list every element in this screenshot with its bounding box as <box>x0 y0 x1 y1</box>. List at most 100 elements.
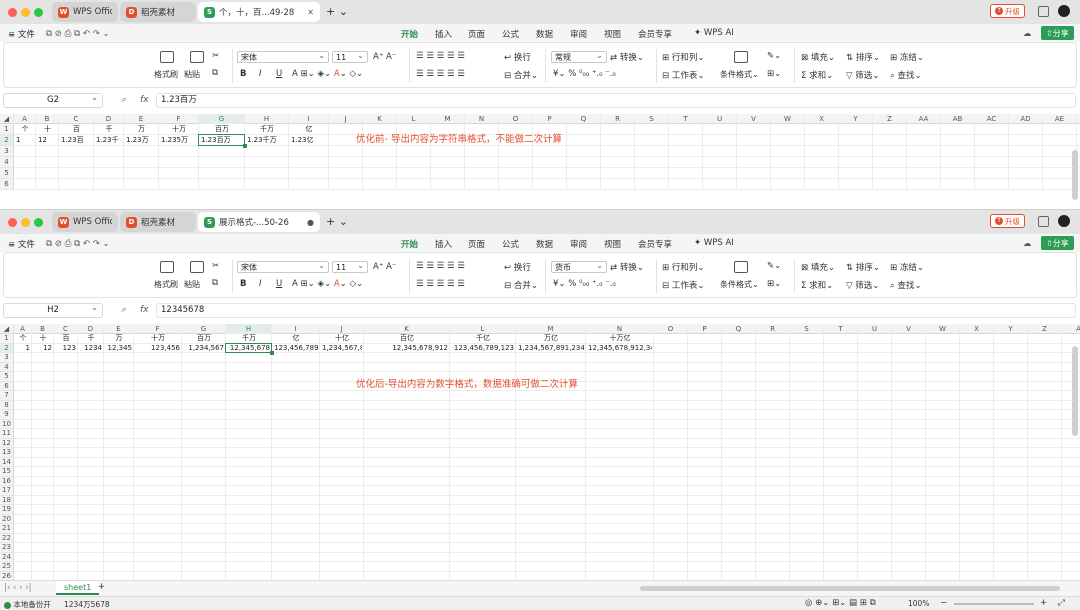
column-header[interactable]: D <box>94 114 124 124</box>
avatar[interactable] <box>1058 5 1070 17</box>
column-header[interactable]: I <box>289 114 329 124</box>
row-header[interactable]: 2 <box>0 343 14 353</box>
row-header[interactable]: 16 <box>0 476 14 486</box>
row-header[interactable]: 1 <box>0 124 14 135</box>
zoom-formula-icon[interactable]: ⌕ <box>121 305 126 315</box>
header-cell[interactable]: 百亿 <box>366 334 448 344</box>
maximize-window-button[interactable] <box>34 8 43 17</box>
tab-docer[interactable]: D 稻壳素材 <box>120 2 196 22</box>
row-header[interactable]: 23 <box>0 543 14 553</box>
row-header[interactable]: 2 <box>0 135 14 146</box>
sort-button[interactable]: ⇅ 排序⌄ <box>846 261 880 273</box>
select-all-corner[interactable]: ◢ <box>0 324 14 334</box>
number-style-icons[interactable]: ¥⌄ % ⁰₀₀ ⁺.₀ ⁻.₀ <box>553 279 616 289</box>
selected-cell[interactable] <box>198 134 247 148</box>
row-header[interactable]: 6 <box>0 179 14 190</box>
tab-home[interactable]: 开始 <box>401 28 419 44</box>
column-header[interactable]: G <box>182 324 226 334</box>
freeze-button[interactable]: ⊞ 冻结⌄ <box>890 261 924 273</box>
find-button[interactable]: ⌕ 查找⌄ <box>890 69 922 81</box>
paste-label[interactable]: 粘贴 <box>184 69 200 80</box>
number-format-select[interactable]: 货币 <box>551 260 607 273</box>
conditional-format-icon[interactable] <box>734 261 748 273</box>
column-header[interactable]: B <box>32 324 54 334</box>
value-cell[interactable]: 1,234,567,891,234 <box>518 344 584 354</box>
maximize-window-button[interactable] <box>34 218 43 227</box>
tab-member[interactable]: 会员专享 <box>638 238 672 250</box>
column-header[interactable]: AA <box>907 114 941 124</box>
freeze-button[interactable]: ⊞ 冻结⌄ <box>890 51 924 63</box>
column-header[interactable]: K <box>363 114 397 124</box>
column-header[interactable]: L <box>397 114 431 124</box>
tab-wps-ai[interactable]: ✦ WPS AI <box>694 238 734 248</box>
column-header[interactable]: L <box>450 324 516 334</box>
column-header[interactable]: A <box>1062 324 1080 334</box>
value-cell[interactable]: 1 <box>16 344 30 354</box>
minimize-window-button[interactable] <box>21 8 30 17</box>
row-header[interactable]: 7 <box>0 391 14 401</box>
select-all-corner[interactable]: ◢ <box>0 114 14 124</box>
header-cell[interactable]: 千亿 <box>452 334 514 344</box>
column-header[interactable]: T <box>824 324 858 334</box>
column-header[interactable]: X <box>960 324 994 334</box>
tab-docer[interactable]: D 稻壳素材 <box>120 212 196 232</box>
column-header[interactable]: M <box>431 114 465 124</box>
column-header[interactable]: M <box>516 324 586 334</box>
value-cell[interactable]: 123 <box>56 344 76 354</box>
row-header[interactable]: 14 <box>0 457 14 467</box>
font-size-select[interactable]: 11 <box>332 260 368 273</box>
fx-icon[interactable]: fx <box>140 95 149 105</box>
column-header[interactable]: AD <box>1009 114 1043 124</box>
column-header[interactable]: D <box>78 324 104 334</box>
underline-button[interactable]: U <box>276 279 282 289</box>
column-header[interactable]: K <box>364 324 450 334</box>
horizontal-scrollbar[interactable] <box>640 586 1060 591</box>
value-cell[interactable]: 1.23亿 <box>291 135 327 146</box>
tab-wps-office[interactable]: WWPS Office <box>52 2 118 22</box>
column-header[interactable]: R <box>756 324 790 334</box>
share-button[interactable]: ⇧ 分享 <box>1041 26 1074 40</box>
backup-status[interactable]: 本地备份开 <box>4 599 51 610</box>
font-size-controls[interactable]: A⁺ A⁻ <box>373 52 396 62</box>
row-header[interactable]: 3 <box>0 146 14 157</box>
tab-home[interactable]: 开始 <box>401 238 419 254</box>
column-header[interactable]: AB <box>941 114 975 124</box>
minimize-window-button[interactable] <box>21 218 30 227</box>
upgrade-button[interactable]: ↑ 升级 <box>990 214 1025 228</box>
header-cell[interactable]: 百 <box>56 334 76 344</box>
number-style-icons[interactable]: ¥⌄ % ⁰₀₀ ⁺.₀ ⁻.₀ <box>553 69 616 79</box>
fullscreen-icon[interactable]: ⤢ <box>1058 598 1065 608</box>
tab-formula[interactable]: 公式 <box>502 238 519 250</box>
tab-review[interactable]: 审阅 <box>570 28 587 40</box>
header-cell[interactable]: 百 <box>61 124 92 135</box>
cloud-icon[interactable]: ☁ <box>1023 239 1032 249</box>
merge-button[interactable]: ⊟ 合并⌄ <box>504 279 538 291</box>
column-header[interactable]: J <box>329 114 363 124</box>
row-header[interactable]: 5 <box>0 168 14 179</box>
value-cell[interactable]: 1,234,567 <box>184 344 224 354</box>
font-name-select[interactable]: 宋体 <box>237 260 329 273</box>
tab-insert[interactable]: 插入 <box>435 238 452 250</box>
font-size-select[interactable]: 11 <box>332 50 368 63</box>
upgrade-button[interactable]: ↑ 升级 <box>990 4 1025 18</box>
row-header[interactable]: 17 <box>0 486 14 496</box>
row-header[interactable]: 20 <box>0 514 14 524</box>
column-header[interactable]: N <box>465 114 499 124</box>
italic-button[interactable]: I <box>259 69 262 79</box>
format-painter-icon[interactable] <box>160 51 174 63</box>
copy-icon[interactable]: ⧉ <box>212 278 218 288</box>
close-tab-icon[interactable]: ✕ <box>307 8 314 17</box>
rows-cols-button[interactable]: ⊞ 行和列⌄ <box>662 261 704 273</box>
formula-input[interactable]: 1.23百万 <box>156 93 1076 108</box>
column-header[interactable]: U <box>703 114 737 124</box>
sum-button[interactable]: Σ 求和⌄ <box>801 69 833 81</box>
formula-input[interactable]: 12345678 <box>156 303 1076 318</box>
row-header[interactable]: 3 <box>0 353 14 363</box>
header-cell[interactable]: 千 <box>80 334 102 344</box>
sheet-tab[interactable]: sheet1 <box>56 581 100 595</box>
tab-view[interactable]: 视图 <box>604 238 621 250</box>
header-cell[interactable]: 十 <box>34 334 52 344</box>
column-header[interactable]: W <box>771 114 805 124</box>
row-header[interactable]: 26 <box>0 571 14 580</box>
cut-icon[interactable]: ✂ <box>212 51 219 61</box>
